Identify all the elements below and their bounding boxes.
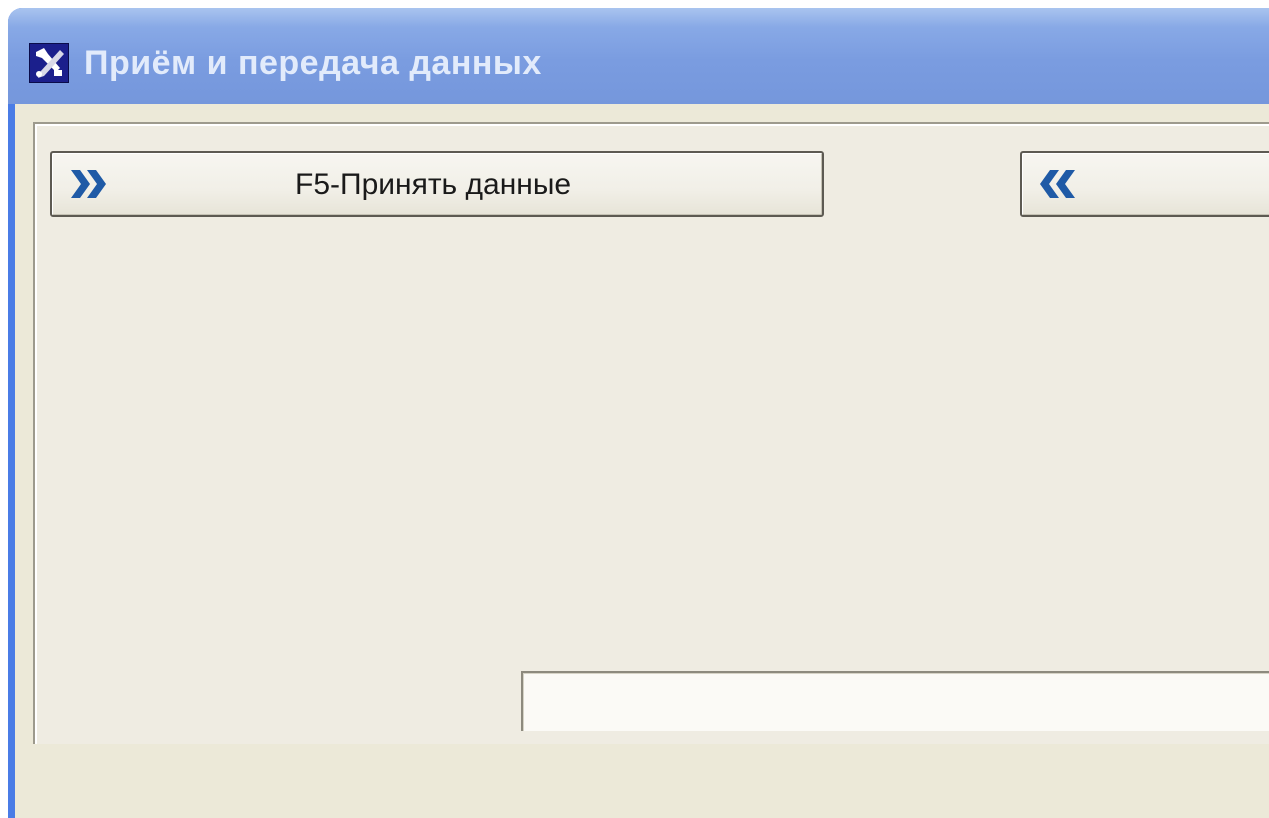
window-title: Приём и передача данных (84, 44, 542, 82)
app-tools-icon[interactable] (29, 43, 69, 83)
title-bar[interactable]: Приём и передача данных (8, 8, 1269, 104)
send-data-button[interactable] (1020, 151, 1269, 217)
double-chevron-right-icon (71, 170, 106, 198)
status-field[interactable] (521, 671, 1269, 731)
receive-data-label: F5-Принять данные (295, 168, 572, 201)
double-chevron-left-icon (1040, 170, 1075, 198)
receive-data-button[interactable]: F5-Принять данные (50, 151, 824, 217)
